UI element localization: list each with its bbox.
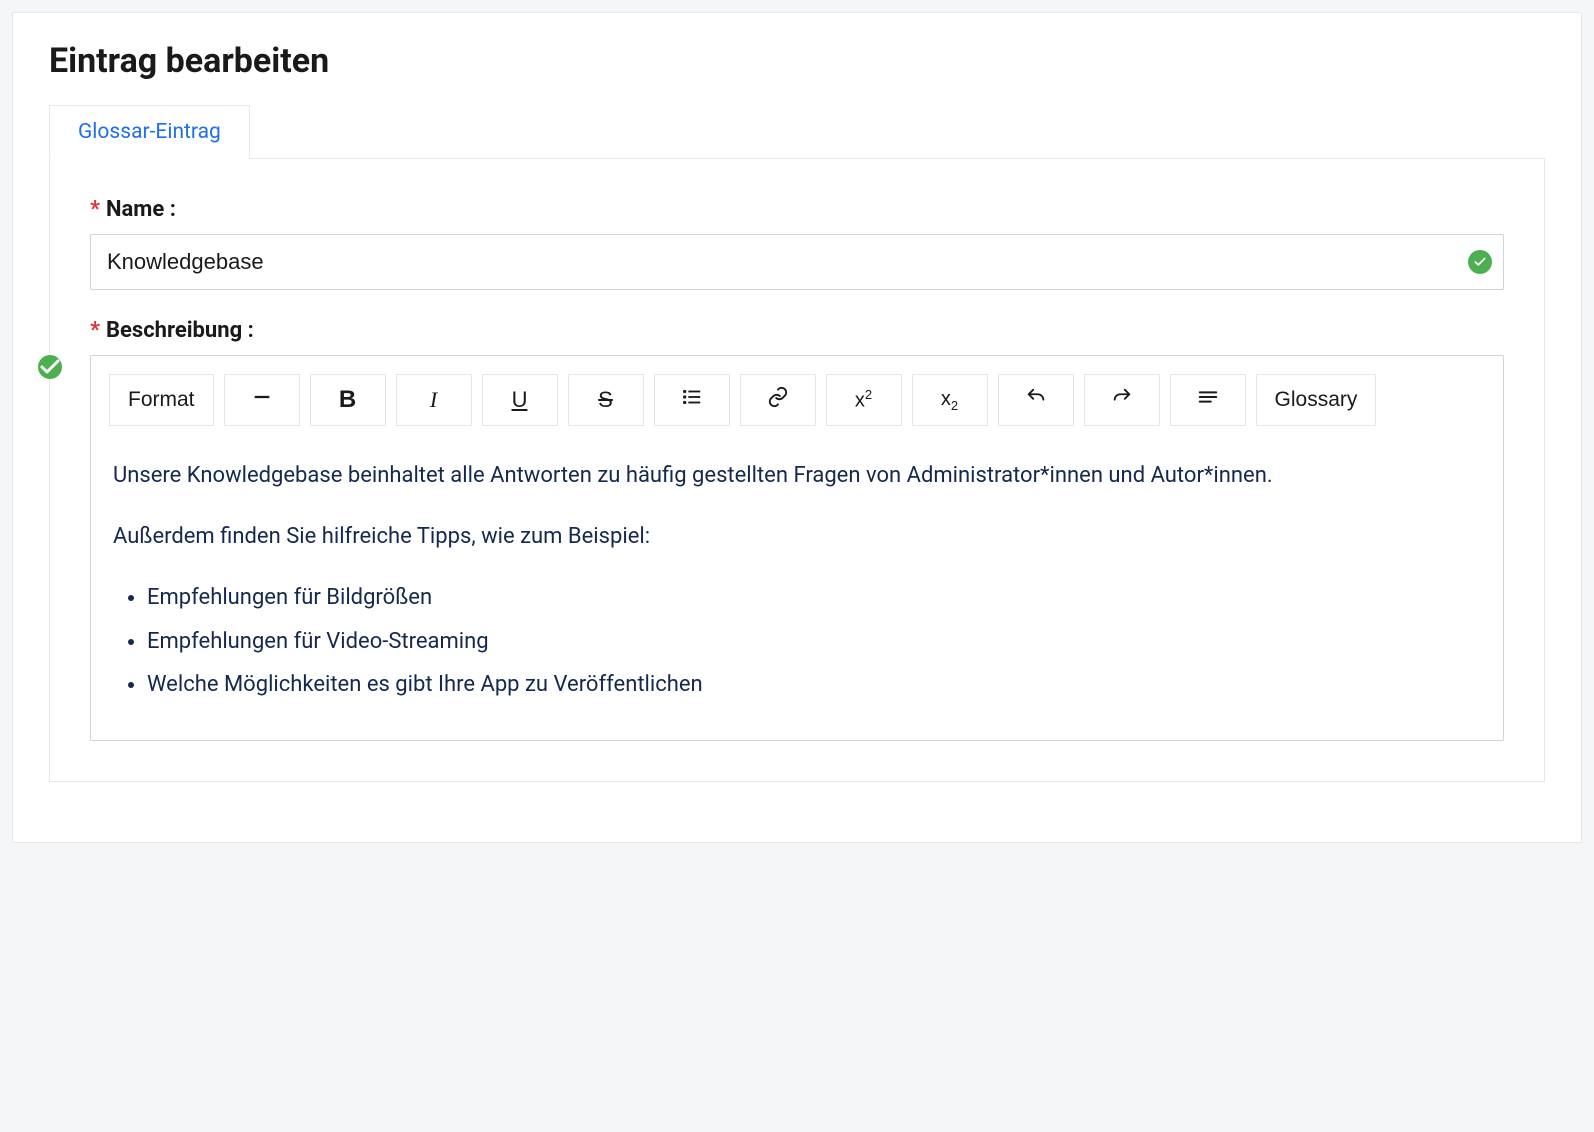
paragraph: Außerdem finden Sie hilfreiche Tipps, wi… (113, 519, 1481, 554)
required-indicator: * (90, 197, 100, 222)
horizontal-rule-button[interactable] (224, 374, 300, 426)
align-icon (1197, 386, 1219, 414)
description-label: * Beschreibung : (90, 318, 1504, 343)
field-description: * Beschreibung : Format B I U (90, 318, 1504, 741)
editor-toolbar: Format B I U S (109, 374, 1485, 426)
undo-icon (1025, 386, 1047, 414)
italic-button[interactable]: I (396, 374, 472, 426)
list-item: Welche Möglichkeiten es gibt Ihre App zu… (147, 667, 1481, 702)
name-input-wrap (90, 234, 1504, 290)
format-dropdown[interactable]: Format (109, 374, 214, 426)
strikethrough-button[interactable]: S (568, 374, 644, 426)
tab-glossary-entry[interactable]: Glossar-Eintrag (49, 105, 250, 159)
underline-icon: U (512, 387, 528, 413)
undo-button[interactable] (998, 374, 1074, 426)
minus-icon (251, 386, 273, 414)
paragraph: Unsere Knowledgebase beinhaltet alle Ant… (113, 458, 1481, 493)
list-item: Empfehlungen für Bildgrößen (147, 580, 1481, 615)
strikethrough-icon: S (598, 387, 613, 413)
name-label: * Name : (90, 197, 1504, 222)
bold-icon: B (339, 386, 356, 414)
bullet-list-button[interactable] (654, 374, 730, 426)
glossary-button[interactable]: Glossary (1256, 374, 1377, 426)
editor-content-area[interactable]: Unsere Knowledgebase beinhaltet alle Ant… (109, 454, 1485, 702)
redo-icon (1111, 386, 1133, 414)
required-indicator: * (90, 318, 100, 343)
name-input[interactable] (90, 234, 1504, 290)
tab-content: * Name : * Beschreibung : Format (49, 159, 1545, 782)
checkmark-icon (38, 355, 62, 379)
align-button[interactable] (1170, 374, 1246, 426)
superscript-button[interactable]: x2 (826, 374, 902, 426)
list-icon (681, 386, 703, 414)
link-button[interactable] (740, 374, 816, 426)
page-title: Eintrag bearbeiten (49, 41, 1545, 81)
rich-text-editor: Format B I U S (90, 355, 1504, 741)
italic-icon: I (430, 387, 437, 413)
superscript-icon: x2 (855, 387, 872, 413)
redo-button[interactable] (1084, 374, 1160, 426)
subscript-button[interactable]: x2 (912, 374, 988, 426)
bold-button[interactable]: B (310, 374, 386, 426)
tabs: Glossar-Eintrag (49, 105, 1545, 159)
link-icon (767, 386, 789, 414)
description-label-text: Beschreibung : (106, 318, 254, 343)
checkmark-icon (1468, 250, 1492, 274)
underline-button[interactable]: U (482, 374, 558, 426)
subscript-icon: x2 (941, 388, 958, 413)
list-item: Empfehlungen für Video-Streaming (147, 624, 1481, 659)
field-name: * Name : (90, 197, 1504, 290)
bullet-list: Empfehlungen für Bildgrößen Empfehlungen… (113, 580, 1481, 702)
name-label-text: Name : (106, 197, 176, 222)
edit-entry-panel: Eintrag bearbeiten Glossar-Eintrag * Nam… (12, 12, 1582, 843)
